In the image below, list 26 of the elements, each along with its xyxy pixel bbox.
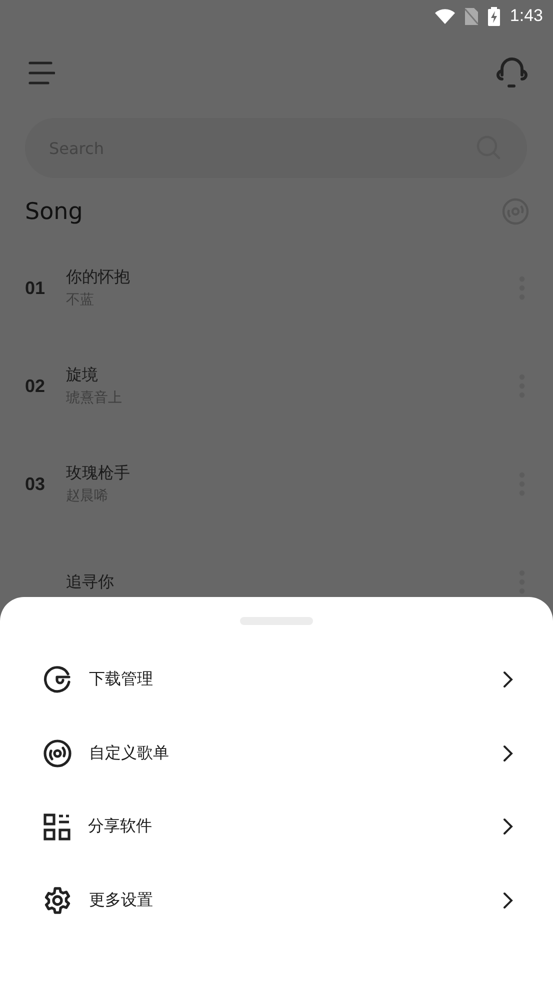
qr-code-icon bbox=[43, 812, 71, 841]
download-icon bbox=[43, 665, 72, 694]
headset-icon[interactable] bbox=[495, 57, 529, 89]
wifi-icon bbox=[434, 8, 455, 24]
song-title: 玫瑰枪手 bbox=[66, 463, 131, 484]
menu-icon[interactable] bbox=[28, 61, 55, 85]
track-number: 02 bbox=[25, 376, 46, 396]
chevron-right-icon bbox=[503, 744, 513, 762]
menu-item[interactable]: 分享软件 bbox=[0, 790, 553, 864]
settings-icon bbox=[43, 886, 72, 915]
chevron-right-icon bbox=[503, 671, 513, 688]
menu-item[interactable]: 更多设置 bbox=[0, 864, 553, 937]
no-sim-icon bbox=[464, 8, 478, 24]
track-number: 01 bbox=[25, 278, 46, 298]
menu-item[interactable]: 自定义歌单 bbox=[0, 716, 553, 790]
song-title: 旋境 bbox=[66, 365, 99, 386]
section-title: Song bbox=[25, 198, 83, 224]
song-title: 你的怀抱 bbox=[66, 267, 131, 288]
status-time: 1:43 bbox=[510, 6, 543, 26]
track-number: 03 bbox=[25, 474, 46, 494]
chevron-right-icon bbox=[503, 818, 513, 836]
song-title: 追寻你 bbox=[66, 572, 115, 592]
battery-charging-icon bbox=[488, 6, 500, 26]
chevron-right-icon bbox=[503, 892, 513, 909]
menu-item[interactable]: 下载管理 bbox=[0, 643, 553, 716]
disc-icon bbox=[43, 738, 72, 768]
